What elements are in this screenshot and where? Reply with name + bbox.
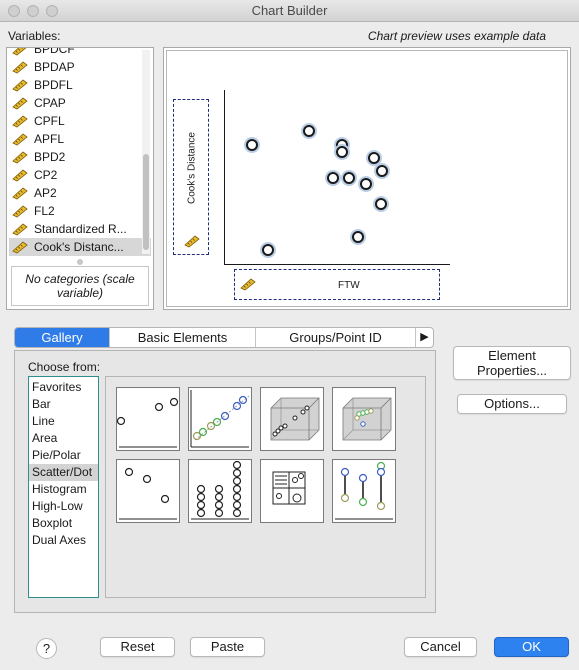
chart-type-item[interactable]: High-Low bbox=[29, 498, 98, 515]
scale-ruler-icon bbox=[12, 60, 28, 73]
scale-ruler-icon bbox=[12, 186, 28, 199]
variable-name: Standardized R... bbox=[34, 222, 127, 236]
scale-ruler-icon bbox=[184, 235, 200, 248]
scale-ruler-icon bbox=[12, 222, 28, 235]
summary-point-plot-icon[interactable] bbox=[116, 459, 180, 523]
chart-type-item[interactable]: Bar bbox=[29, 396, 98, 413]
variable-name: BPDFL bbox=[34, 78, 73, 92]
variable-name: CPFL bbox=[34, 114, 65, 128]
preview-point bbox=[375, 198, 387, 210]
reset-button[interactable]: Reset bbox=[100, 637, 175, 657]
variables-list[interactable]: BPDCF BPDAP BPDFL CPAP CPFL APFL BPD2 CP… bbox=[9, 48, 151, 258]
chart-type-item[interactable]: Dual Axes bbox=[29, 532, 98, 549]
variable-item[interactable]: APFL bbox=[9, 130, 151, 148]
variable-name: FL2 bbox=[34, 204, 55, 218]
variable-item[interactable]: BPDFL bbox=[9, 76, 151, 94]
variable-item[interactable]: CP2 bbox=[9, 166, 151, 184]
chart-type-item[interactable]: Histogram bbox=[29, 481, 98, 498]
grouped-scatter-icon[interactable] bbox=[188, 387, 252, 451]
scale-ruler-icon bbox=[240, 278, 256, 291]
preview-point bbox=[303, 125, 315, 137]
variables-panel: BPDCF BPDAP BPDFL CPAP CPFL APFL BPD2 CP… bbox=[6, 47, 154, 310]
variable-item[interactable]: CPFL bbox=[9, 112, 151, 130]
variable-name: APFL bbox=[34, 132, 65, 146]
scale-ruler-icon bbox=[12, 204, 28, 217]
ok-button[interactable]: OK bbox=[494, 637, 569, 657]
preview-point bbox=[327, 172, 339, 184]
chart-type-item[interactable]: Line bbox=[29, 413, 98, 430]
choose-from-label: Choose from: bbox=[28, 360, 101, 374]
grouped-3d-scatter-icon[interactable] bbox=[332, 387, 396, 451]
scale-ruler-icon bbox=[12, 48, 26, 55]
chart-type-list[interactable]: Favorites Bar Line Area Pie/Polar Scatte… bbox=[28, 376, 99, 598]
variable-item[interactable]: Standardized R... bbox=[9, 220, 151, 238]
tab-gallery[interactable]: Gallery bbox=[15, 328, 110, 347]
variable-name: AP2 bbox=[34, 186, 57, 200]
variable-item-selected[interactable]: Cook's Distanc... bbox=[9, 238, 151, 256]
scatterplot-matrix-icon[interactable] bbox=[260, 459, 324, 523]
scale-ruler-icon bbox=[12, 168, 28, 181]
options-button[interactable]: Options... bbox=[457, 394, 567, 414]
preview-point bbox=[352, 231, 364, 243]
title-bar: Chart Builder bbox=[0, 0, 579, 22]
tab-basic-elements[interactable]: Basic Elements bbox=[110, 328, 256, 347]
preview-point bbox=[262, 244, 274, 256]
variable-name: Cook's Distanc... bbox=[34, 240, 124, 254]
help-button[interactable]: ? bbox=[36, 638, 57, 659]
variable-item[interactable]: BPD2 bbox=[9, 148, 151, 166]
paste-button[interactable]: Paste bbox=[190, 637, 265, 657]
simple-dot-plot-icon[interactable] bbox=[188, 459, 252, 523]
element-properties-button[interactable]: Element Properties... bbox=[453, 346, 571, 380]
chart-type-item[interactable]: Area bbox=[29, 430, 98, 447]
variables-scroll-thumb[interactable] bbox=[143, 154, 149, 250]
variable-name: BPDAP bbox=[34, 60, 75, 74]
scale-ruler-icon bbox=[12, 78, 28, 91]
tabs-more-arrow-icon[interactable]: ▶ bbox=[416, 328, 433, 347]
variable-item[interactable]: BPDAP bbox=[9, 58, 151, 76]
x-axis-variable-label: FTW bbox=[338, 280, 360, 291]
preview-point bbox=[336, 146, 348, 158]
variable-item[interactable]: FL2 bbox=[9, 202, 151, 220]
scale-ruler-icon bbox=[12, 96, 28, 109]
x-axis-drop-zone[interactable] bbox=[234, 269, 440, 300]
preview-y-axis bbox=[224, 90, 225, 265]
drop-line-icon[interactable] bbox=[332, 459, 396, 523]
chart-type-item[interactable]: Favorites bbox=[29, 379, 98, 396]
y-axis-variable-label: Cook's Distance bbox=[186, 132, 198, 204]
preview-point bbox=[246, 139, 258, 151]
simple-3d-scatter-icon[interactable] bbox=[260, 387, 324, 451]
variable-item[interactable]: AP2 bbox=[9, 184, 151, 202]
gallery-thumbnails bbox=[105, 376, 426, 598]
tab-groups-point-id[interactable]: Groups/Point ID bbox=[256, 328, 416, 347]
preview-label: Chart preview uses example data bbox=[367, 29, 546, 43]
scale-ruler-icon bbox=[12, 132, 28, 145]
variable-item[interactable]: CPAP bbox=[9, 94, 151, 112]
splitter-handle[interactable] bbox=[77, 259, 83, 265]
window-title: Chart Builder bbox=[251, 3, 328, 18]
variables-label: Variables: bbox=[8, 29, 61, 43]
variable-name: BPD2 bbox=[34, 150, 66, 164]
preview-x-axis bbox=[224, 264, 450, 265]
variable-name: CPAP bbox=[34, 96, 66, 110]
cancel-button[interactable]: Cancel bbox=[404, 637, 477, 657]
preview-point bbox=[360, 178, 372, 190]
preview-point bbox=[368, 152, 380, 164]
simple-scatter-icon[interactable] bbox=[116, 387, 180, 451]
preview-point bbox=[343, 172, 355, 184]
scale-ruler-icon bbox=[12, 150, 28, 163]
chart-type-item[interactable]: Pie/Polar bbox=[29, 447, 98, 464]
chart-type-item-selected[interactable]: Scatter/Dot bbox=[29, 464, 98, 481]
scale-ruler-icon bbox=[12, 114, 28, 127]
preview-point bbox=[376, 165, 388, 177]
scale-ruler-icon bbox=[12, 240, 28, 253]
variable-item[interactable]: BPDCF bbox=[9, 48, 151, 58]
variable-name: BPDCF bbox=[34, 48, 75, 56]
categories-box: No categories (scale variable) bbox=[11, 266, 149, 306]
variable-name: CP2 bbox=[34, 168, 58, 182]
chart-type-item[interactable]: Boxplot bbox=[29, 515, 98, 532]
chart-builder-tabs: Gallery Basic Elements Groups/Point ID ▶ bbox=[14, 327, 434, 348]
